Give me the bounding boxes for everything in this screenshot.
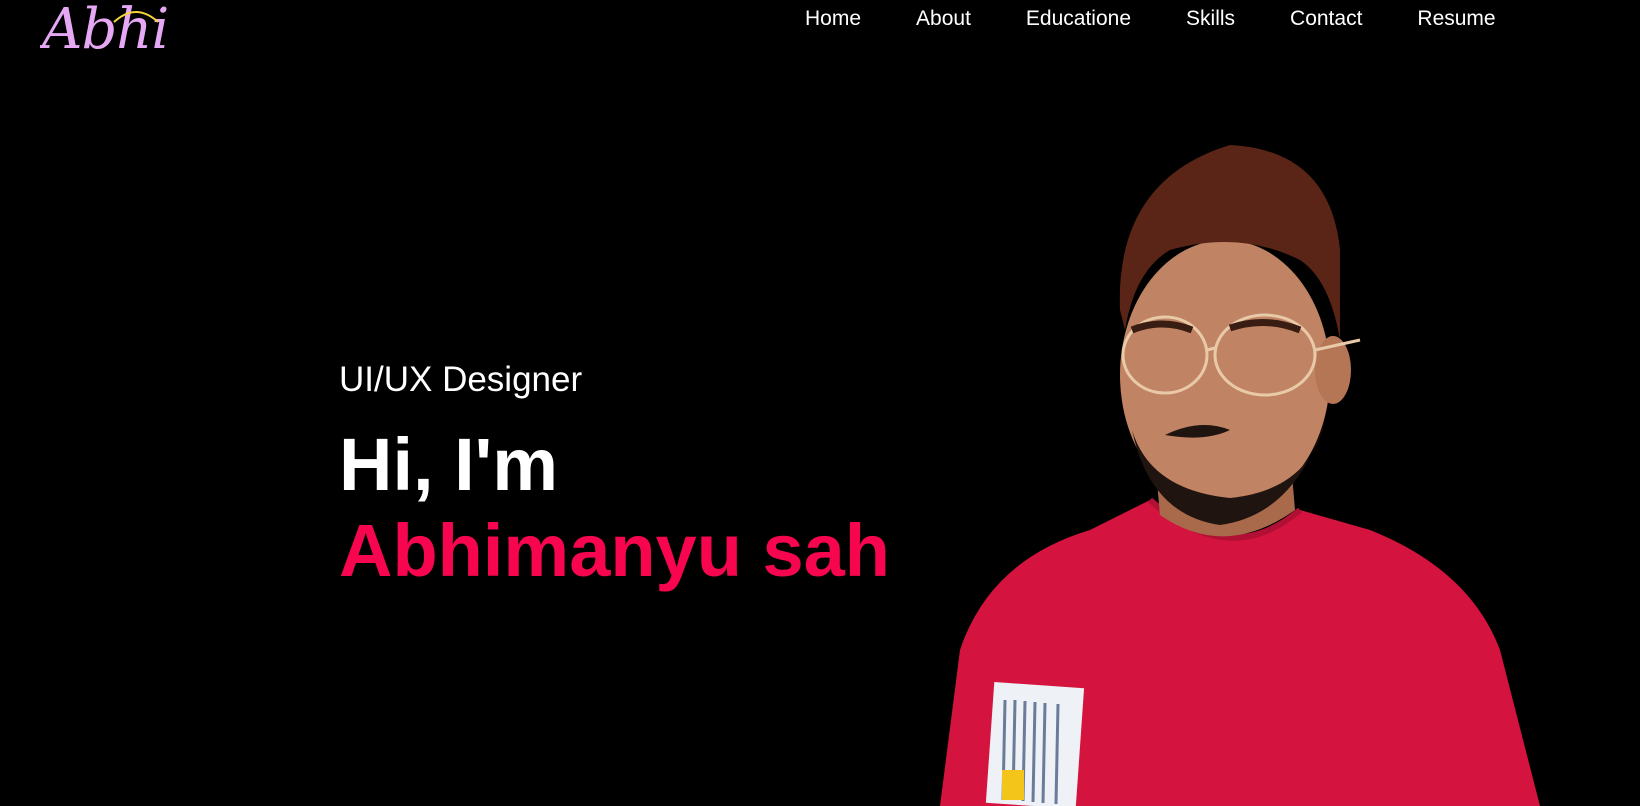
hero-intro: UI/UX Designer Hi, I'm Abhimanyu sah <box>339 360 959 594</box>
hero-greeting: Hi, I'm <box>339 423 559 506</box>
nav-about-link[interactable]: About <box>916 6 971 32</box>
nav-contact-link[interactable]: Contact <box>1290 6 1362 32</box>
profile-photo <box>900 130 1620 806</box>
hero-name: Abhimanyu sah <box>339 509 890 592</box>
profile-photo-illustration <box>940 145 1540 806</box>
main-nav: Home About Educatione Skills Contact Res… <box>805 6 1496 32</box>
badge-sticker <box>1002 770 1024 800</box>
logo[interactable]: Abhi <box>40 0 200 58</box>
nav-skills-link[interactable]: Skills <box>1186 6 1235 32</box>
site-header: Abhi Home About Educatione Skills Contac… <box>0 0 1640 70</box>
glasses-bridge <box>1206 346 1216 352</box>
nav-education-link[interactable]: Educatione <box>1026 6 1131 32</box>
logo-mark: Abhi <box>40 0 169 58</box>
nav-home-link[interactable]: Home <box>805 6 861 32</box>
hero-role: UI/UX Designer <box>339 360 583 399</box>
nav-resume-link[interactable]: Resume <box>1417 6 1495 32</box>
logo-text: Abhi <box>40 0 168 58</box>
